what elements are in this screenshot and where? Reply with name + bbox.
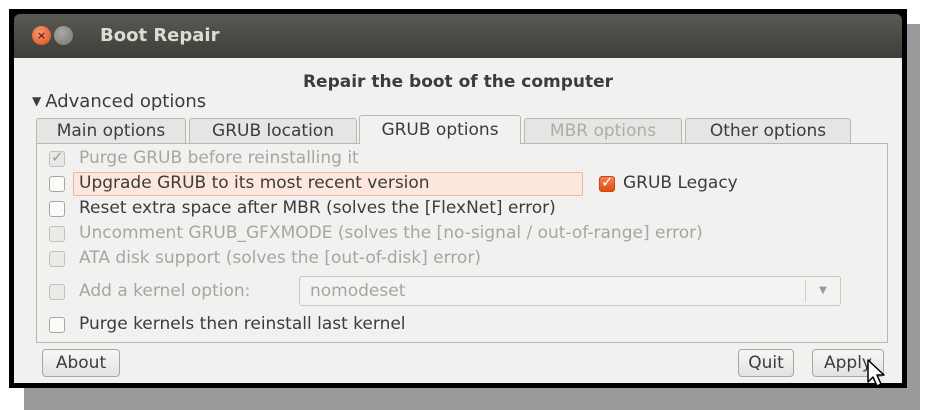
window-title: Boot Repair — [100, 25, 220, 46]
uncomment-gfxmode-checkbox — [49, 226, 65, 242]
option-kernel: Add a kernel option: nomodeset ▼ — [49, 276, 879, 306]
kernel-option-combobox: nomodeset ▼ — [299, 276, 841, 306]
tab-grub-options[interactable]: GRUB options — [359, 115, 521, 144]
minimize-icon[interactable] — [54, 26, 73, 45]
boot-repair-window: × Boot Repair Repair the boot of the com… — [9, 9, 907, 388]
advanced-options-label: Advanced options — [45, 91, 207, 112]
title-bar[interactable]: × Boot Repair — [14, 14, 902, 58]
reset-space-checkbox[interactable] — [49, 201, 65, 217]
grub-legacy-label: GRUB Legacy — [623, 173, 738, 193]
chevron-down-icon: ▼ — [805, 280, 840, 302]
close-icon[interactable]: × — [32, 26, 51, 45]
kernel-option-checkbox — [49, 284, 65, 300]
about-button[interactable]: About — [42, 349, 120, 377]
tab-main-options[interactable]: Main options — [36, 118, 186, 144]
upgrade-grub-label: Upgrade GRUB to its most recent version — [79, 173, 430, 193]
grub-options-panel: Purge GRUB before reinstalling it Upgrad… — [36, 143, 888, 343]
kernel-option-label: Add a kernel option: — [79, 281, 251, 301]
tab-other-options[interactable]: Other options — [685, 118, 851, 144]
tab-grub-location[interactable]: GRUB location — [189, 118, 357, 144]
reset-space-label: Reset extra space after MBR (solves the … — [79, 198, 556, 218]
kernel-option-value: nomodeset — [310, 281, 406, 301]
dialog-content: Repair the boot of the computer ▼ Advance… — [14, 58, 902, 383]
dialog-heading: Repair the boot of the computer — [302, 72, 614, 92]
ata-support-checkbox — [49, 251, 65, 267]
mouse-pointer-icon — [867, 359, 885, 387]
advanced-options-toggle[interactable]: ▼ Advanced options — [32, 91, 206, 112]
tab-mbr-options: MBR options — [524, 118, 682, 144]
purge-grub-label: Purge GRUB before reinstalling it — [79, 148, 359, 168]
expander-triangle-icon: ▼ — [32, 94, 42, 108]
purge-kernels-label: Purge kernels then reinstall last kernel — [79, 314, 406, 334]
grub-legacy-checkbox[interactable] — [599, 173, 615, 192]
ata-support-label: ATA disk support (solves the [out-of-dis… — [79, 248, 481, 268]
option-upgrade-grub[interactable]: Upgrade GRUB to its most recent version … — [49, 172, 879, 196]
upgrade-grub-checkbox[interactable] — [49, 176, 65, 192]
purge-grub-checkbox — [49, 148, 65, 167]
purge-kernels-checkbox[interactable] — [49, 317, 65, 333]
quit-button[interactable]: Quit — [738, 349, 794, 377]
uncomment-gfxmode-label: Uncomment GRUB_GFXMODE (solves the [no-s… — [79, 223, 703, 243]
